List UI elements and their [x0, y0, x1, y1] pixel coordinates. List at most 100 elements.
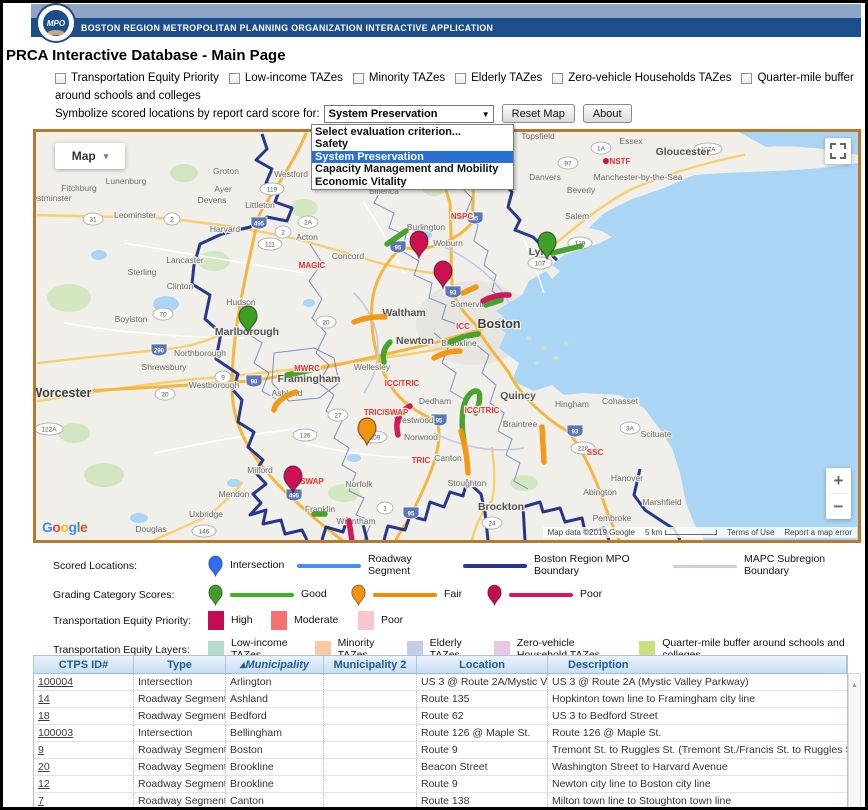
about-button[interactable]: About: [583, 104, 632, 123]
google-logo[interactable]: Google: [42, 519, 87, 535]
table-row[interactable]: 14Roadway SegmentAshlandRoute 135Hopkint…: [34, 691, 847, 708]
subregion-label: MWRC: [294, 364, 320, 373]
map-city-label: Hanover: [611, 473, 643, 483]
ctps-id-link[interactable]: 7: [38, 795, 44, 807]
map-scale: 5 km: [640, 527, 722, 538]
ctps-id-link[interactable]: 20: [38, 761, 50, 773]
cell: 18: [34, 708, 134, 724]
cell: US 3 @ Route 2A (Mystic Valley Parkway): [548, 674, 847, 690]
column-header-4[interactable]: Location: [417, 656, 548, 673]
route-shield-number: 1: [383, 505, 387, 512]
map-city-label: Woburn: [433, 238, 463, 248]
route-shield-number: 31: [89, 216, 97, 223]
table-row[interactable]: 100004IntersectionArlingtonUS 3 @ Route …: [34, 674, 847, 691]
cell: Route 62: [417, 708, 548, 724]
fullscreen-button[interactable]: [825, 138, 851, 164]
route-shield-number: 119: [267, 186, 278, 193]
table-row[interactable]: 18Roadway SegmentBedfordRoute 62US 3 to …: [34, 708, 847, 725]
layer-checkbox-2[interactable]: [353, 73, 364, 84]
map-city-label: Worcester: [36, 386, 92, 400]
legend-line-swatch: [509, 593, 573, 597]
table-row[interactable]: 20Roadway SegmentBrooklineBeacon StreetW…: [34, 759, 847, 776]
map-type-label: Map: [72, 149, 96, 163]
ctps-id-link[interactable]: 100004: [38, 676, 73, 688]
column-header-0[interactable]: CTPS ID#: [34, 656, 134, 673]
cell: Intersection: [134, 725, 226, 741]
table-row[interactable]: 12Roadway SegmentBrooklineRoute 9Newton …: [34, 776, 847, 793]
layer-checkbox-item: Low-income TAZes: [229, 72, 343, 84]
cell: [324, 725, 417, 741]
map-city-label: Littleton: [245, 200, 275, 210]
layer-checkbox-4[interactable]: [552, 73, 563, 84]
ctps-id-link[interactable]: 18: [38, 710, 50, 722]
column-header-2[interactable]: ▴Municipality: [226, 656, 324, 673]
zoom-out-button[interactable]: −: [826, 494, 851, 519]
ctps-id-link[interactable]: 100003: [38, 727, 73, 739]
table-row[interactable]: 100003IntersectionBellinghamRoute 126 @ …: [34, 725, 847, 742]
legend-item: Moderate: [271, 611, 358, 630]
map-container[interactable]: 3121192A21117092020271261091241291071A97…: [33, 129, 861, 543]
layer-checkbox-label: Elderly TAZes: [471, 72, 542, 84]
cell: Ashland: [226, 691, 324, 707]
layer-checkbox-item: Transportation Equity Priority: [55, 72, 219, 84]
mpo-logo-text: MPO: [47, 19, 65, 28]
google-logo-letter: G: [42, 519, 52, 535]
cell: [324, 674, 417, 690]
layer-checkbox-0[interactable]: [55, 73, 66, 84]
dropdown-option-0[interactable]: Select evaluation criterion...: [312, 126, 513, 138]
reset-map-button[interactable]: Reset Map: [502, 104, 575, 123]
map-copyright: Map data ©2019 Google: [543, 527, 640, 538]
scroll-up-icon[interactable]: ▲: [851, 682, 858, 689]
dropdown-option-1[interactable]: Safety: [312, 138, 513, 150]
table-scrollbar[interactable]: ▲: [848, 673, 861, 810]
terms-of-use-link[interactable]: Terms of Use: [722, 527, 779, 538]
interstate-shield-number: 290: [154, 349, 165, 355]
map-city-label: Dedham: [419, 396, 451, 406]
table-row[interactable]: 7Roadway SegmentCantonRoute 138Milton to…: [34, 793, 847, 810]
layer-checkbox-1[interactable]: [229, 73, 240, 84]
table-row[interactable]: 9Roadway SegmentBostonRoute 9Tremont St.…: [34, 742, 847, 759]
interstate-shield-number: 95: [408, 512, 415, 518]
map-legend: Scored Locations:IntersectionRoadway Seg…: [53, 551, 865, 667]
map-canvas[interactable]: 3121192A21117092020271261091241291071A97…: [36, 132, 858, 540]
cell: 12: [34, 776, 134, 792]
layer-checkbox-item: Elderly TAZes: [455, 72, 542, 84]
legend-item: High: [208, 611, 271, 630]
cell: Route 138: [417, 793, 548, 809]
legend-color-swatch: [358, 611, 374, 630]
cell: Roadway Segment: [134, 708, 226, 724]
ctps-id-link[interactable]: 12: [38, 778, 50, 790]
scored-segment-poor[interactable]: [349, 521, 352, 540]
legend-item-label: Roadway Segment: [368, 554, 426, 577]
map-city-label: Stoughton: [448, 478, 487, 488]
scored-segment-good[interactable]: [467, 334, 478, 336]
route-shield-number: 70: [159, 311, 167, 318]
scored-segment-fair[interactable]: [542, 427, 544, 462]
dropdown-option-3[interactable]: Capacity Management and Mobility: [312, 163, 513, 175]
dropdown-option-4[interactable]: Economic Vitality: [312, 176, 513, 188]
layer-checkbox-3[interactable]: [455, 73, 466, 84]
subregion-label: ICC/TRIC: [385, 379, 420, 388]
map-city-label: Westminster: [36, 193, 72, 203]
map-city-label: Devens: [198, 195, 227, 205]
map-type-button[interactable]: Map ▾: [55, 143, 125, 169]
column-header-1[interactable]: Type: [134, 656, 226, 673]
column-header-5[interactable]: Description: [548, 656, 847, 673]
dropdown-option-2[interactable]: System Preservation: [312, 151, 513, 163]
layer-checkbox-label: Minority TAZes: [369, 72, 445, 84]
criterion-select[interactable]: System Preservation ▼: [324, 105, 494, 123]
cell: Washington Street to Harvard Avenue: [548, 759, 847, 775]
report-map-error-link[interactable]: Report a map error: [779, 527, 857, 538]
column-header-3[interactable]: Municipality 2: [324, 656, 417, 673]
subregion-label: SWAP: [300, 477, 324, 486]
layer-checkbox-5[interactable]: [741, 73, 752, 84]
ctps-id-link[interactable]: 14: [38, 693, 50, 705]
legend-item: Fair: [351, 584, 487, 606]
cell: 20: [34, 759, 134, 775]
legend-item-label: MAPC Subregion Boundary: [744, 554, 844, 577]
map-city-label: Braintree: [503, 419, 538, 429]
layer-checkbox-label: Zero-vehicle Households TAZes: [568, 72, 731, 84]
zoom-in-button[interactable]: +: [826, 468, 851, 493]
route-shield-number: 20: [322, 319, 330, 326]
ctps-id-link[interactable]: 9: [38, 744, 44, 756]
